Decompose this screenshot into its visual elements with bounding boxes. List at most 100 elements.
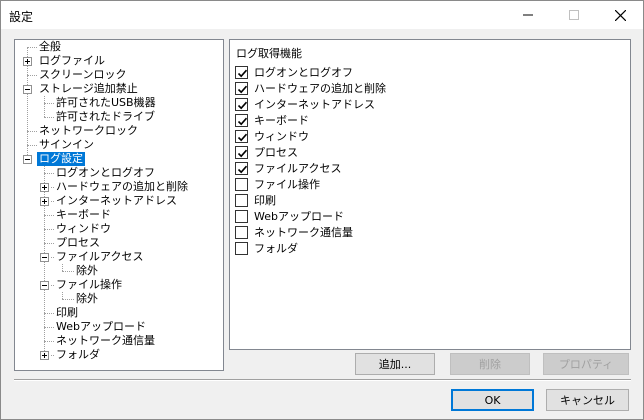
tree-collapse-icon[interactable] bbox=[40, 281, 49, 290]
maximize-button bbox=[551, 1, 597, 29]
tree-collapse-icon[interactable] bbox=[40, 253, 49, 262]
divider bbox=[14, 379, 631, 381]
checkbox[interactable] bbox=[235, 97, 248, 111]
tree-item-file-access[interactable]: ファイルアクセス bbox=[54, 250, 145, 264]
close-button[interactable] bbox=[597, 1, 643, 29]
log-option-checkbox-row[interactable]: ハードウェアの追加と削除 bbox=[235, 81, 386, 95]
tree-item-label: 全般 bbox=[39, 40, 61, 53]
tree-item-screen-lock[interactable]: スクリーンロック bbox=[37, 68, 128, 82]
checkbox[interactable] bbox=[235, 241, 248, 255]
tree-item-network-traffic[interactable]: ネットワーク通信量 bbox=[54, 334, 157, 348]
tree-expand-icon[interactable] bbox=[40, 351, 49, 360]
tree-item-label: Webアップロード bbox=[56, 320, 146, 333]
log-option-checkbox-row[interactable]: 印刷 bbox=[235, 193, 276, 207]
tree-item-label: プロセス bbox=[56, 236, 100, 249]
tree-collapse-icon[interactable] bbox=[23, 85, 32, 94]
title-bar[interactable]: 設定 bbox=[1, 1, 643, 29]
tree-line bbox=[44, 215, 54, 216]
checkbox[interactable] bbox=[235, 209, 248, 223]
checkbox[interactable] bbox=[235, 129, 248, 143]
tree-item-sign-in[interactable]: サインイン bbox=[37, 138, 96, 152]
tree-line bbox=[62, 299, 74, 300]
log-option-checkbox-row[interactable]: ファイル操作 bbox=[235, 177, 320, 191]
tree-item-process[interactable]: プロセス bbox=[54, 236, 102, 250]
tree-item-label: キーボード bbox=[56, 208, 111, 221]
checkmark-icon bbox=[237, 133, 248, 141]
tree-item-general[interactable]: 全般 bbox=[37, 40, 63, 54]
tree-item-label: サインイン bbox=[39, 138, 94, 151]
checkbox-label: キーボード bbox=[254, 114, 309, 127]
log-option-checkbox-row[interactable]: プロセス bbox=[235, 145, 298, 159]
tree-line bbox=[44, 103, 54, 104]
panel-title: ログ取得機能 bbox=[236, 47, 302, 60]
checkbox[interactable] bbox=[235, 161, 248, 175]
tree-item-logon-logoff[interactable]: ログオンとログオフ bbox=[54, 166, 157, 180]
tree-expand-icon[interactable] bbox=[40, 197, 49, 206]
checkbox-label: ファイルアクセス bbox=[254, 162, 342, 175]
maximize-icon bbox=[569, 10, 579, 20]
log-option-checkbox-row[interactable]: ウィンドウ bbox=[235, 129, 309, 143]
log-option-checkbox-row[interactable]: フォルダ bbox=[235, 241, 298, 255]
tree-item-label: 除外 bbox=[76, 264, 98, 277]
tree-item-window[interactable]: ウィンドウ bbox=[54, 222, 113, 236]
checkbox[interactable] bbox=[235, 225, 248, 239]
log-option-checkbox-row[interactable]: ログオンとログオフ bbox=[235, 65, 353, 79]
tree-item-folder[interactable]: フォルダ bbox=[54, 348, 102, 362]
tree-expand-icon[interactable] bbox=[40, 183, 49, 192]
tree-item-label: ログ設定 bbox=[39, 152, 83, 165]
cancel-button[interactable]: キャンセル bbox=[546, 389, 629, 411]
log-option-checkbox-row[interactable]: インターネットアドレス bbox=[235, 97, 375, 111]
tree-line bbox=[27, 131, 37, 132]
tree-collapse-icon[interactable] bbox=[23, 155, 32, 164]
tree-item-network-lock[interactable]: ネットワークロック bbox=[37, 124, 140, 138]
checkbox[interactable] bbox=[235, 65, 248, 79]
log-option-checkbox-row[interactable]: ネットワーク通信量 bbox=[235, 225, 353, 239]
tree-item-storage-block[interactable]: ストレージ追加禁止 bbox=[37, 82, 140, 96]
tree-item-label: ネットワーク通信量 bbox=[56, 334, 155, 347]
checkbox[interactable] bbox=[235, 81, 248, 95]
checkbox[interactable] bbox=[235, 145, 248, 159]
tree-item-label: スクリーンロック bbox=[39, 68, 127, 81]
checkmark-icon bbox=[237, 69, 248, 77]
checkmark-icon bbox=[237, 85, 248, 93]
checkmark-icon bbox=[237, 101, 248, 109]
settings-tree[interactable]: 全般 ログファイル スクリーンロック ストレージ追加禁止 許可されたUSB機器 … bbox=[14, 39, 224, 371]
tree-item-file-operation[interactable]: ファイル操作 bbox=[54, 278, 124, 292]
tree-item-hardware[interactable]: ハードウェアの追加と削除 bbox=[54, 180, 190, 194]
tree-item-label: ウィンドウ bbox=[56, 222, 111, 235]
tree-expand-icon[interactable] bbox=[23, 57, 32, 66]
checkmark-icon bbox=[237, 165, 248, 173]
log-option-checkbox-row[interactable]: ファイルアクセス bbox=[235, 161, 341, 175]
checkbox-label: インターネットアドレス bbox=[254, 98, 375, 111]
tree-item-keyboard[interactable]: キーボード bbox=[54, 208, 113, 222]
checkbox[interactable] bbox=[235, 193, 248, 207]
add-button[interactable]: 追加... bbox=[355, 353, 435, 375]
tree-item-log-file[interactable]: ログファイル bbox=[37, 54, 107, 68]
tree-item-allowed-usb[interactable]: 許可されたUSB機器 bbox=[54, 96, 158, 110]
log-option-checkbox-row[interactable]: Webアップロード bbox=[235, 209, 344, 223]
tree-line bbox=[44, 173, 54, 174]
tree-line bbox=[44, 327, 54, 328]
checkbox-label: フォルダ bbox=[254, 242, 298, 255]
checkbox[interactable] bbox=[235, 177, 248, 191]
tree-item-allowed-drives[interactable]: 許可されたドライブ bbox=[54, 110, 157, 124]
tree-item-print[interactable]: 印刷 bbox=[54, 306, 80, 320]
minimize-button[interactable] bbox=[505, 1, 551, 29]
tree-line bbox=[27, 47, 37, 48]
tree-item-web-upload[interactable]: Webアップロード bbox=[54, 320, 148, 334]
tree-item-label: 許可されたドライブ bbox=[56, 110, 155, 123]
delete-button[interactable]: 削除 bbox=[450, 353, 530, 375]
log-option-checkbox-row[interactable]: キーボード bbox=[235, 113, 309, 127]
tree-line bbox=[27, 145, 37, 146]
checkbox-label: ログオンとログオフ bbox=[254, 66, 353, 79]
tree-item-file-access-exclude[interactable]: 除外 bbox=[74, 264, 100, 278]
tree-item-internet-address[interactable]: インターネットアドレス bbox=[54, 194, 179, 208]
tree-line bbox=[44, 117, 54, 118]
checkmark-icon bbox=[237, 149, 248, 157]
tree-item-file-operation-exclude[interactable]: 除外 bbox=[74, 292, 100, 306]
checkmark-icon bbox=[237, 117, 248, 125]
properties-button[interactable]: プロパティ bbox=[543, 353, 629, 375]
ok-button[interactable]: OK bbox=[451, 389, 534, 411]
checkbox[interactable] bbox=[235, 113, 248, 127]
tree-item-log-settings[interactable]: ログ設定 bbox=[37, 152, 85, 166]
